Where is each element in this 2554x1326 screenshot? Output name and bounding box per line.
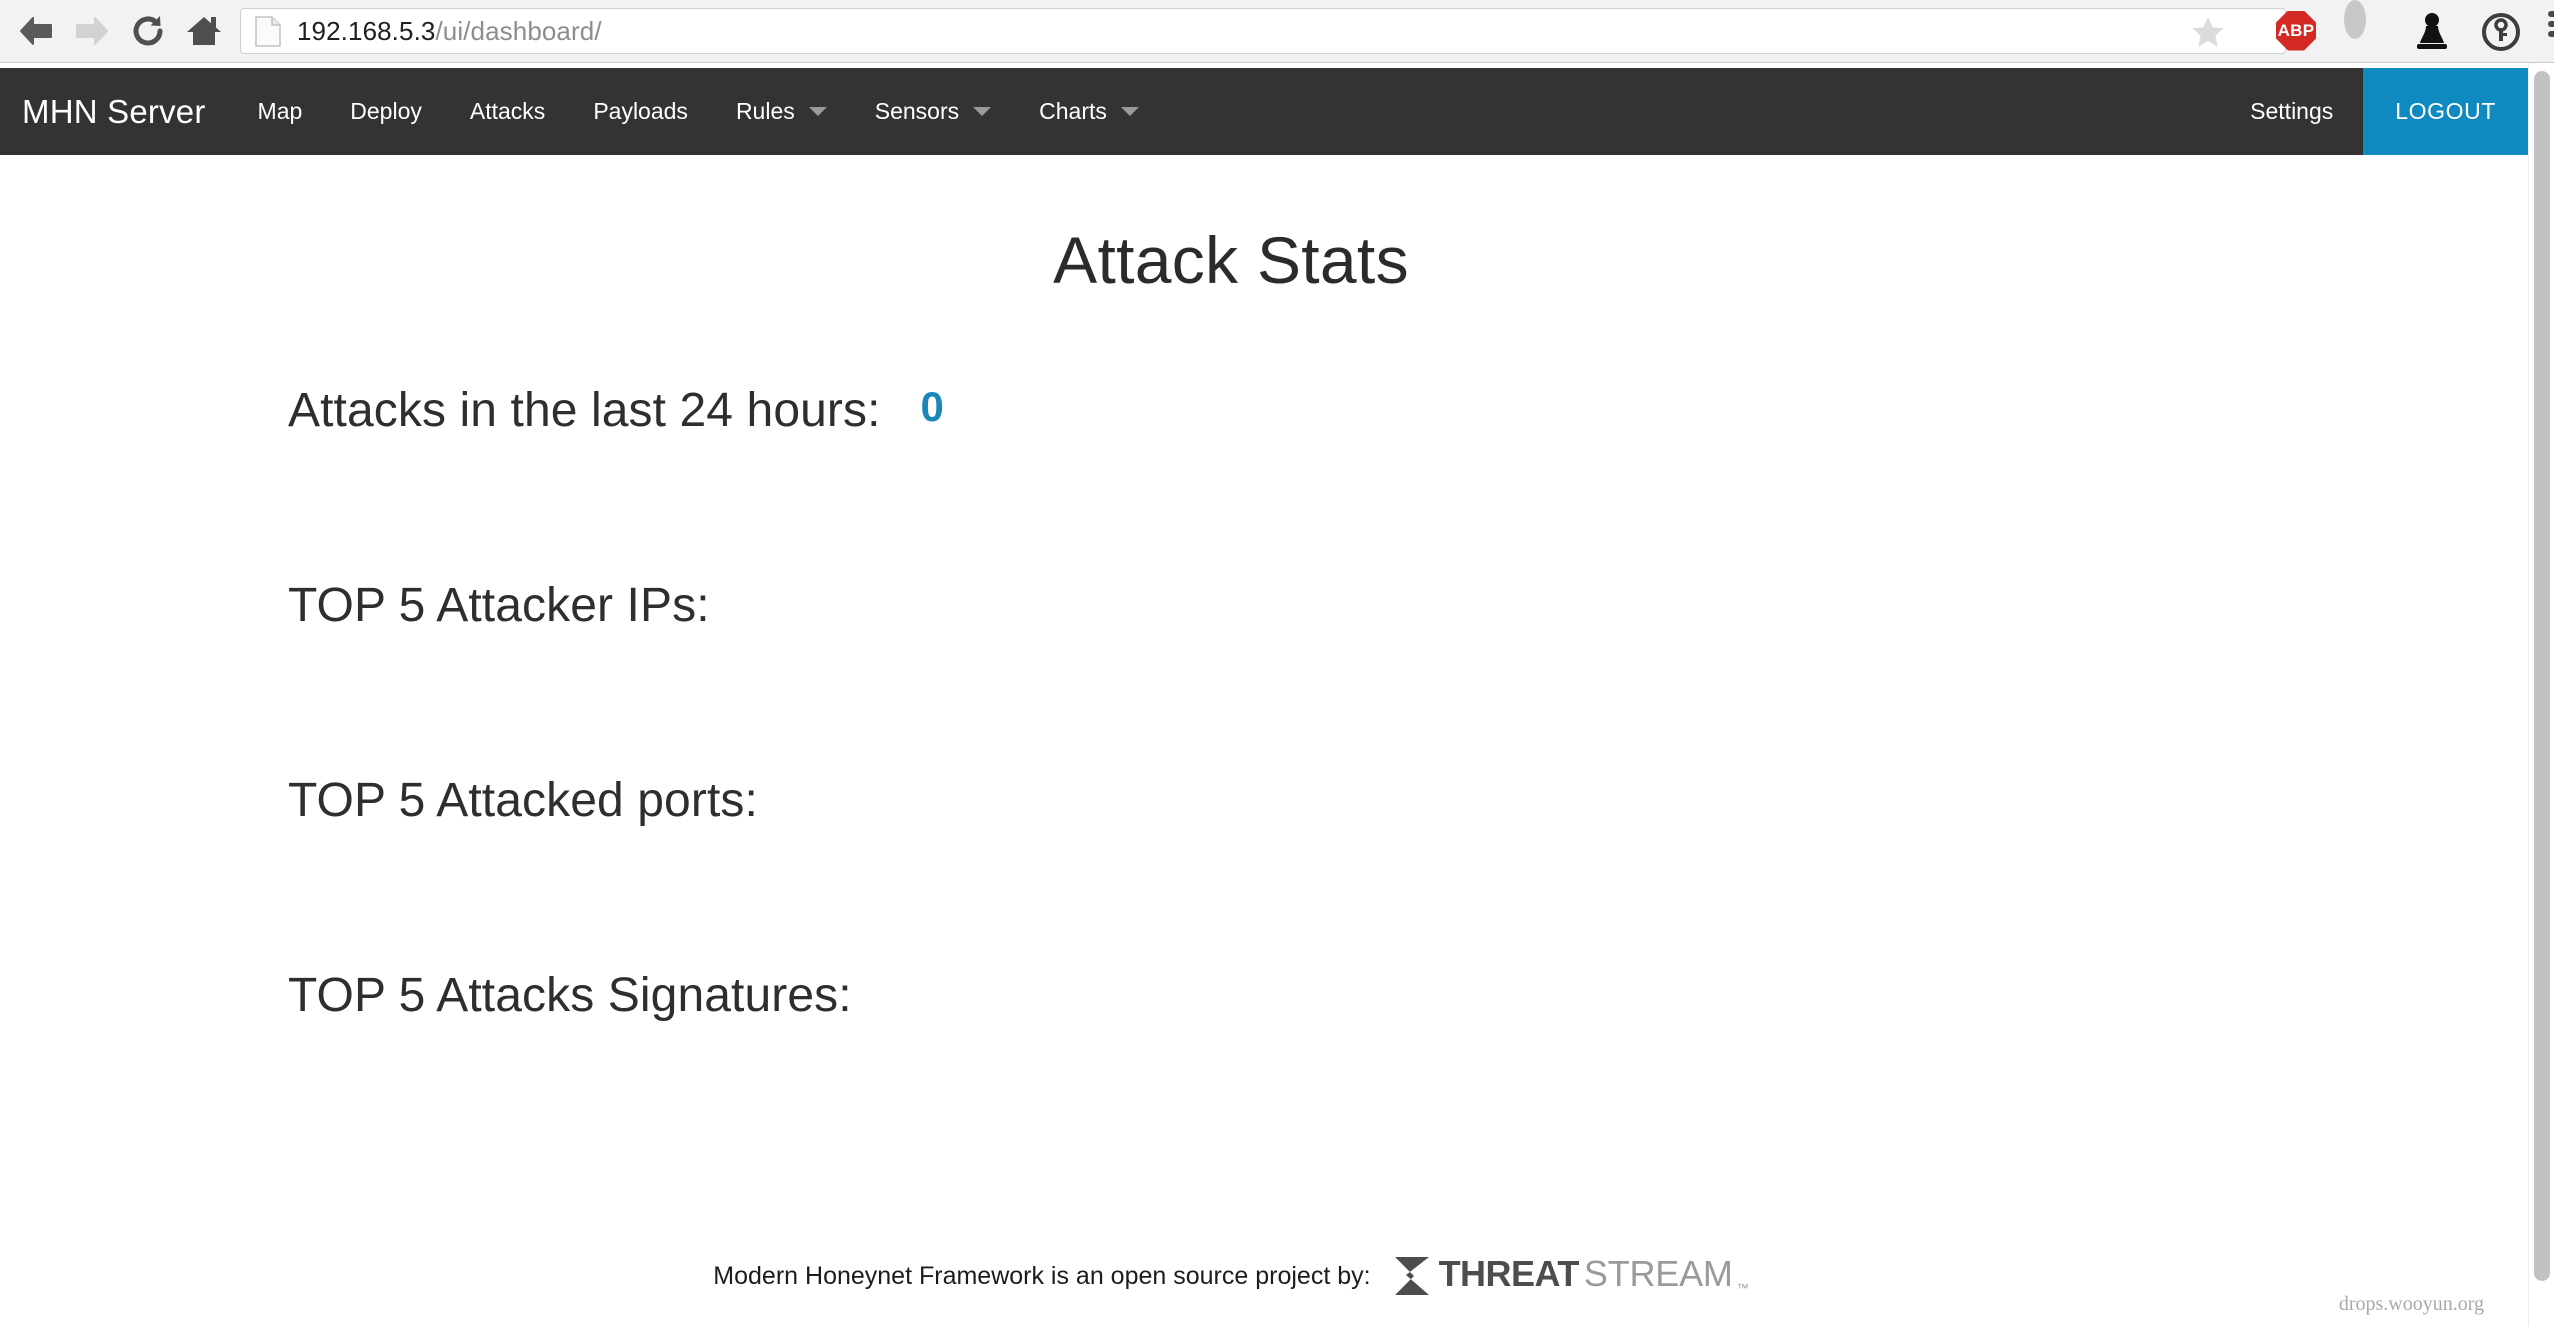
url-text: 192.168.5.3/ui/dashboard/ — [297, 16, 602, 47]
stat-label: TOP 5 Attacker IPs: — [288, 578, 710, 633]
chevron-down-icon — [809, 107, 827, 116]
attacks-24h-value: 0 — [921, 383, 944, 431]
chevron-down-icon — [973, 107, 991, 116]
back-arrow-icon — [17, 14, 55, 48]
home-icon — [186, 14, 222, 48]
nav-item-label: Charts — [1039, 98, 1107, 125]
adblock-plus-icon[interactable]: ABP — [2276, 11, 2318, 53]
threatstream-hourglass-icon — [1389, 1253, 1435, 1299]
nav-item-payloads[interactable]: Payloads — [569, 68, 712, 155]
nav-item-label: Attacks — [470, 98, 545, 125]
nav-item-map[interactable]: Map — [234, 68, 327, 155]
footer-text: Modern Honeynet Framework is an open sou… — [713, 1262, 1370, 1291]
nav-item-charts[interactable]: Charts — [1015, 68, 1163, 155]
nav-item-label: Deploy — [350, 98, 422, 125]
trademark-symbol: ™ — [1737, 1281, 1749, 1295]
stat-label: TOP 5 Attacks Signatures: — [288, 968, 852, 1023]
chevron-down-icon — [1121, 107, 1139, 116]
nav-item-settings[interactable]: Settings — [2220, 68, 2363, 155]
gray-ring-icon[interactable] — [2344, 11, 2386, 53]
extension-icons: ABP — [2276, 0, 2554, 63]
nav-item-attacks[interactable]: Attacks — [446, 68, 569, 155]
nav-links: Map Deploy Attacks Payloads Rules Sensor… — [234, 68, 1163, 155]
app-navbar: MHN Server Map Deploy Attacks Payloads R… — [0, 68, 2528, 155]
attack-stats-list: Attacks in the last 24 hours: 0 TOP 5 At… — [288, 383, 2288, 1163]
star-icon[interactable] — [2190, 14, 2226, 50]
url-path: /ui/dashboard/ — [435, 16, 601, 46]
watermark: drops.wooyun.org — [2339, 1293, 2484, 1316]
page-scrollbar[interactable] — [2528, 63, 2554, 1326]
forward-arrow-icon — [73, 14, 111, 48]
key-circle-icon[interactable] — [2480, 11, 2522, 53]
threatstream-threat-text: THREAT — [1439, 1253, 1579, 1295]
page-content: Attack Stats Attacks in the last 24 hour… — [0, 155, 2528, 1326]
threatstream-stream-text: STREAM — [1584, 1253, 1733, 1295]
nav-item-deploy[interactable]: Deploy — [326, 68, 446, 155]
page-footer: Modern Honeynet Framework is an open sou… — [0, 1253, 2462, 1299]
scrollbar-thumb[interactable] — [2534, 71, 2550, 1281]
brand-mhn-server[interactable]: MHN Server — [0, 68, 234, 155]
stat-label: TOP 5 Attacked ports: — [288, 773, 758, 828]
chess-pawn-icon[interactable] — [2412, 11, 2454, 53]
reload-icon — [130, 13, 166, 49]
stat-row-top-attacker-ips: TOP 5 Attacker IPs: — [288, 578, 2288, 773]
page-title: Attack Stats — [0, 222, 2462, 298]
stat-row-top-attack-signatures: TOP 5 Attacks Signatures: — [288, 968, 2288, 1163]
back-button[interactable] — [8, 3, 64, 59]
page-document-icon — [255, 16, 281, 47]
logout-button[interactable]: LOGOUT — [2363, 68, 2528, 155]
url-host: 192.168.5.3 — [297, 16, 435, 46]
forward-button[interactable] — [64, 3, 120, 59]
address-bar[interactable]: 192.168.5.3/ui/dashboard/ — [240, 8, 2286, 54]
menu-hamburger-icon[interactable] — [2548, 11, 2554, 53]
nav-right-group: Settings LOGOUT — [2220, 68, 2528, 155]
nav-item-label: Payloads — [593, 98, 688, 125]
stat-row-attacks-24h: Attacks in the last 24 hours: 0 — [288, 383, 2288, 578]
threatstream-logo[interactable]: THREAT STREAM ™ — [1389, 1253, 1749, 1299]
nav-item-label: Map — [258, 98, 303, 125]
nav-item-rules[interactable]: Rules — [712, 68, 851, 155]
reload-button[interactable] — [120, 3, 176, 59]
nav-item-label: Rules — [736, 98, 795, 125]
stat-label: Attacks in the last 24 hours: — [288, 383, 881, 438]
stat-row-top-attacked-ports: TOP 5 Attacked ports: — [288, 773, 2288, 968]
home-button[interactable] — [176, 3, 232, 59]
nav-item-label: Sensors — [875, 98, 959, 125]
nav-item-sensors[interactable]: Sensors — [851, 68, 1015, 155]
browser-toolbar: 192.168.5.3/ui/dashboard/ ABP — [0, 0, 2554, 63]
